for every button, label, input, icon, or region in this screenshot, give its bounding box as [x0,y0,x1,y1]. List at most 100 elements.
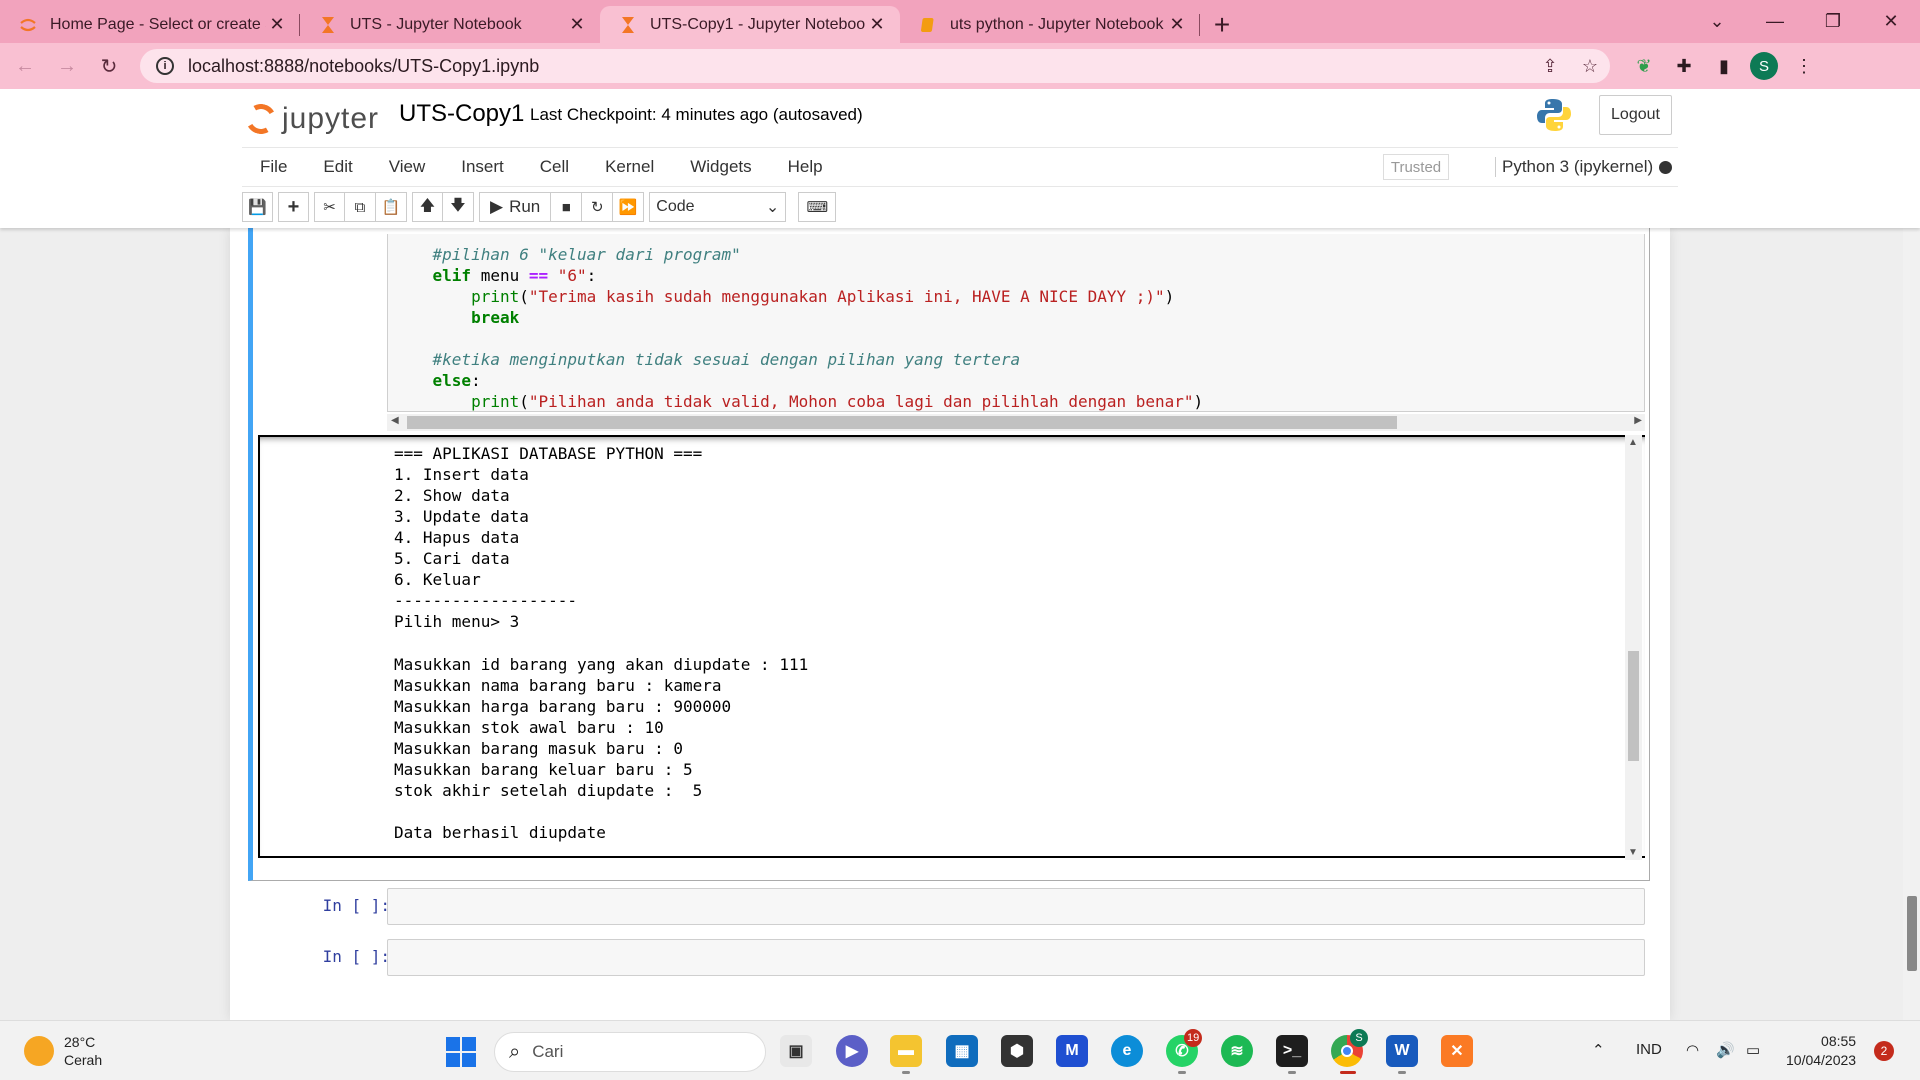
windows-start-icon[interactable] [446,1037,476,1067]
restart-icon[interactable]: ↻ [582,192,614,222]
paste-icon[interactable]: 📋 [376,192,407,222]
reload-icon[interactable]: ↻ [92,49,126,83]
menu-file[interactable]: File [242,157,305,177]
browser-toolbar: ← → ↻ i localhost:8888/notebooks/UTS-Cop… [0,43,1920,89]
browser-tab-uts-copy1[interactable]: UTS-Copy1 - Jupyter Notebook ✕ [600,6,900,43]
browser-menu-icon[interactable]: ⋮ [1784,49,1824,83]
keyboard-icon[interactable]: ⌨ [798,192,837,222]
task-view-icon[interactable]: ▣ [780,1035,812,1067]
copy-icon[interactable]: ⧉ [345,192,376,222]
scroll-right-icon[interactable]: ▶ [1634,415,1642,426]
scroll-down-icon[interactable]: ▼ [1628,847,1638,858]
microsoft-store-icon[interactable]: ▦ [946,1035,978,1067]
zoom-app-icon[interactable]: M [1056,1035,1088,1067]
run-button[interactable]: ▶ Run [479,192,552,222]
share-icon[interactable]: ⇪ [1530,56,1570,77]
move-up-icon[interactable]: 🡅 [412,192,443,222]
kernel-name[interactable]: Python 3 (ipykernel) [1495,157,1653,177]
forward-arrow-icon[interactable]: → [50,49,84,83]
running-indicator [902,1071,910,1074]
wifi-icon[interactable]: ◠ [1686,1041,1699,1059]
taskbar-search[interactable]: ⌕ Cari [494,1032,766,1072]
edge-browser-icon[interactable]: e [1111,1035,1143,1067]
browser-tab-home[interactable]: Home Page - Select or create a n ✕ [0,6,300,43]
box-app-icon[interactable]: ⬢ [1001,1035,1033,1067]
cut-icon[interactable]: ✂ [314,192,345,222]
browser-tab-uts-python[interactable]: uts python - Jupyter Notebook ✕ [900,6,1200,43]
code-line: print("Pilihan anda tidak valid, Mohon c… [394,391,1203,411]
empty-code-cell[interactable]: In [ ]: [230,888,1670,925]
battery-icon[interactable]: ▭ [1746,1041,1760,1059]
input-language[interactable]: IND [1636,1041,1662,1058]
code-token: : [586,266,597,285]
output-line: ------------------- [394,591,578,611]
jupyter-header: jupyter UTS-Copy1 Last Checkpoint: 4 min… [0,89,1920,228]
fast-forward-icon[interactable]: ⏩ [613,192,645,222]
close-icon[interactable]: ✕ [566,14,588,35]
move-down-icon[interactable]: 🡇 [443,192,474,222]
scroll-left-icon[interactable]: ◀ [391,415,399,426]
close-icon[interactable]: ✕ [866,14,888,35]
output-line: Masukkan nama barang baru : kamera [394,675,722,695]
output-line: 3. Update data [394,507,529,527]
terminal-icon[interactable]: >_ [1276,1035,1308,1067]
code-token: else [432,371,472,390]
scrollbar-thumb[interactable] [1628,651,1639,761]
insert-cell-icon[interactable]: + [278,192,309,222]
menu-help[interactable]: Help [770,157,841,177]
address-bar[interactable]: i localhost:8888/notebooks/UTS-Copy1.ipy… [140,49,1610,83]
code-input[interactable] [387,888,1645,925]
scroll-up-icon[interactable]: ▲ [1628,437,1638,448]
teams-chat-icon[interactable]: ▶ [836,1035,868,1067]
weather-widget[interactable]: 28°C Cerah [24,1033,102,1069]
tray-overflow-icon[interactable]: ⌃ [1592,1041,1605,1059]
menu-kernel[interactable]: Kernel [587,157,672,177]
minimize-icon[interactable]: — [1746,0,1804,43]
file-explorer-icon[interactable]: ▬ [890,1035,922,1067]
code-token: break [471,308,520,327]
trusted-indicator[interactable]: Trusted [1383,154,1449,180]
new-tab-button[interactable]: + [1200,6,1244,43]
code-token: ( [519,392,529,411]
page-scrollbar[interactable] [1903,228,1920,1020]
stop-icon[interactable]: ■ [551,192,583,222]
menu-insert[interactable]: Insert [443,157,522,177]
extension-leaf-icon[interactable]: ❦ [1624,49,1664,83]
site-info-icon[interactable]: i [156,57,174,75]
logout-button[interactable]: Logout [1599,95,1672,135]
notification-count[interactable]: 2 [1874,1041,1894,1061]
close-icon[interactable]: ✕ [1166,14,1188,35]
scrollbar-thumb[interactable] [1907,896,1917,971]
extensions-puzzle-icon[interactable]: ✚ [1664,49,1704,83]
code-input[interactable] [387,939,1645,976]
cell-type-select[interactable]: Code ⌄ [649,192,787,222]
system-clock[interactable]: 08:55 10/04/2023 [1786,1032,1856,1070]
word-icon[interactable]: W [1386,1035,1418,1067]
close-window-icon[interactable]: ✕ [1862,0,1920,43]
notebook-name[interactable]: UTS-Copy1 [399,100,524,128]
code-editor[interactable]: #pilihan 6 "keluar dari program" elif me… [387,234,1645,412]
code-token: #ketika menginputkan tidak sesuai dengan… [432,350,1021,369]
output-vertical-scrollbar[interactable]: ▲ ▼ [1625,435,1642,860]
save-icon[interactable]: 💾 [242,192,273,222]
menu-widgets[interactable]: Widgets [672,157,769,177]
scrollbar-thumb[interactable] [407,416,1397,429]
close-icon[interactable]: ✕ [266,14,288,35]
restore-icon[interactable]: ❐ [1804,0,1862,43]
profile-avatar[interactable]: S [1750,52,1778,80]
jupyter-logo[interactable]: jupyter [242,99,379,139]
menu-view[interactable]: View [371,157,444,177]
menu-edit[interactable]: Edit [305,157,370,177]
code-horizontal-scrollbar[interactable]: ◀ ▶ [387,414,1645,431]
tab-search-icon[interactable]: ⌄ [1688,0,1746,43]
code-line: break [394,307,519,328]
spotify-icon[interactable]: ≋ [1221,1035,1253,1067]
empty-code-cell[interactable]: In [ ]: [230,939,1670,976]
back-arrow-icon[interactable]: ← [8,49,42,83]
side-panel-icon[interactable]: ▮ [1704,49,1744,83]
browser-tab-uts[interactable]: UTS - Jupyter Notebook ✕ [300,6,600,43]
xampp-icon[interactable]: ✕ [1441,1035,1473,1067]
menu-cell[interactable]: Cell [522,157,587,177]
bookmark-star-icon[interactable]: ☆ [1570,56,1610,77]
volume-icon[interactable]: 🔊 [1716,1041,1735,1059]
